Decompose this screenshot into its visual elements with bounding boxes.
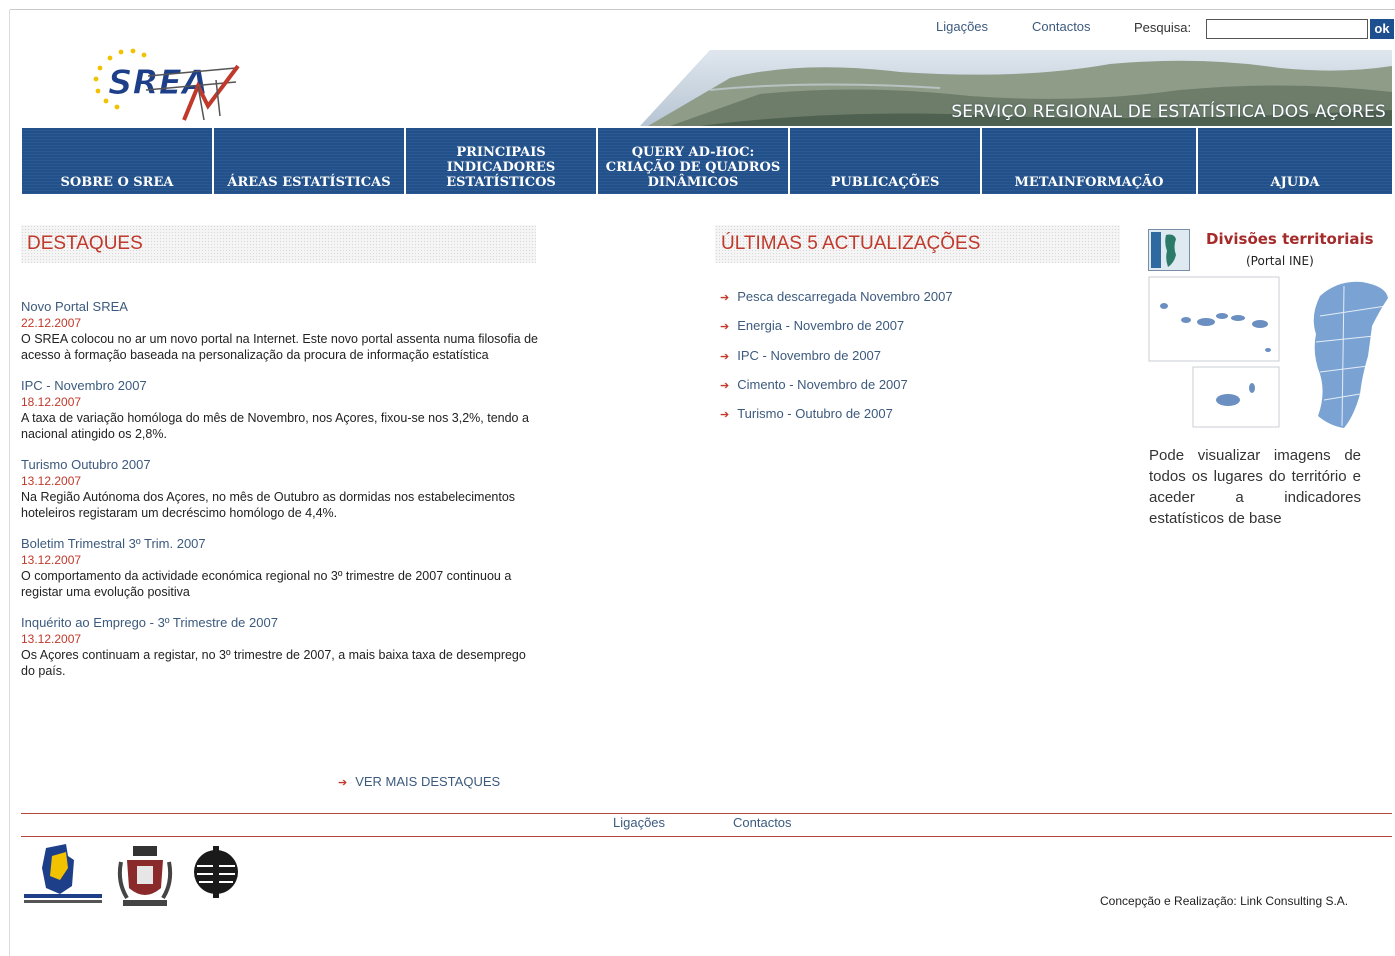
news-text: O comportamento da actividade económica … [21, 569, 512, 599]
news-text: O SREA colocou no ar um novo portal na I… [21, 332, 538, 362]
update-label: Pesca descarregada Novembro 2007 [737, 289, 953, 304]
update-label: IPC - Novembro de 2007 [737, 347, 882, 363]
news-date: 13.12.2007 [21, 553, 82, 567]
search-label: Pesquisa: [1134, 20, 1192, 35]
news-text: Na Região Autónoma dos Açores, no mês de… [21, 490, 516, 520]
coat-of-arms-azores-logo[interactable] [115, 842, 175, 917]
nav-ajuda[interactable]: AJUDA [1198, 128, 1392, 194]
update-label: Energia - Novembro de 2007 [737, 318, 905, 334]
news-item: Novo Portal SREA 22.12.2007 O SREA coloc… [21, 298, 541, 363]
news-item: Boletim Trimestral 3º Trim. 2007 13.12.2… [21, 535, 541, 600]
news-text: A taxa de variação homóloga do mês de No… [21, 411, 529, 441]
news-date: 22.12.2007 [21, 316, 82, 330]
update-item[interactable]: ➔ IPC - Novembro de 2007 [720, 348, 953, 377]
news-title[interactable]: Turismo Outubro 2007 [21, 456, 541, 473]
news-item: IPC - Novembro 2007 18.12.2007 A taxa de… [21, 377, 541, 442]
update-label: Cimento - Novembro de 2007 [737, 376, 908, 392]
update-label: Turismo - Outubro de 2007 [737, 406, 893, 422]
left-border [9, 10, 10, 956]
territory-title[interactable]: Divisões territoriais [1206, 230, 1374, 248]
territory-subtitle: (Portal INE) [1246, 254, 1314, 268]
news-date: 13.12.2007 [21, 632, 82, 646]
updates-heading: ÚLTIMAS 5 ACTUALIZAÇÕES [715, 225, 1120, 263]
updates-list: ➔ Pesca descarregada Novembro 2007 ➔ Energ… [720, 289, 953, 435]
portugal-map-icon[interactable] [1148, 229, 1190, 271]
nav-label: PRINCIPAIS INDICADORES ESTATÍSTICOS [446, 145, 556, 190]
nav-label: SOBRE O SREA [60, 175, 174, 190]
arrow-right-icon: ➔ [720, 292, 730, 304]
nav-metainformacao[interactable]: METAINFORMAÇÃO [982, 128, 1196, 194]
update-item[interactable]: ➔ Energia - Novembro de 2007 [720, 318, 953, 347]
news-item: Turismo Outubro 2007 13.12.2007 Na Regiã… [21, 456, 541, 521]
search-input[interactable] [1206, 19, 1368, 39]
nav-sobre-srea[interactable]: SOBRE O SREA [22, 128, 212, 194]
search-button[interactable]: ok [1370, 19, 1394, 39]
arrow-right-icon: ➔ [338, 777, 348, 789]
footer-rule-bottom [21, 836, 1392, 837]
nav-areas-estatisticas[interactable]: ÁREAS ESTATÍSTICAS [214, 128, 404, 194]
main-nav: SOBRE O SREA ÁREAS ESTATÍSTICAS PRINCIPA… [22, 128, 1392, 194]
news-list: Novo Portal SREA 22.12.2007 O SREA coloc… [21, 298, 541, 693]
interreg-logo[interactable] [22, 842, 104, 913]
coat-of-arms-madeira-logo[interactable] [187, 842, 245, 909]
destaques-heading: DESTAQUES [21, 225, 536, 263]
top-border [10, 9, 1395, 10]
nav-label: AJUDA [1270, 175, 1320, 190]
news-title[interactable]: Inquérito ao Emprego - 3º Trimestre de 2… [21, 614, 541, 631]
news-title[interactable]: IPC - Novembro 2007 [21, 377, 541, 394]
arrow-right-icon: ➔ [720, 321, 730, 334]
more-destaques-link[interactable]: ➔ VER MAIS DESTAQUES [338, 774, 500, 789]
news-text: Os Açores continuam a registar, no 3º tr… [21, 648, 526, 678]
more-destaques-label: VER MAIS DESTAQUES [355, 774, 501, 789]
news-title[interactable]: Novo Portal SREA [21, 298, 541, 315]
update-item[interactable]: ➔ Pesca descarregada Novembro 2007 [720, 289, 953, 318]
link-ligacoes[interactable]: Ligações [936, 19, 988, 34]
arrow-right-icon: ➔ [720, 350, 730, 363]
news-date: 13.12.2007 [21, 474, 82, 488]
nav-principais-indicadores[interactable]: PRINCIPAIS INDICADORES ESTATÍSTICOS [406, 128, 596, 194]
nav-label: METAINFORMAÇÃO [1014, 175, 1164, 190]
srea-logo[interactable]: SREA [86, 46, 242, 126]
update-item[interactable]: ➔ Turismo - Outubro de 2007 [720, 406, 953, 435]
footer-rule-top [21, 813, 1392, 814]
territory-description: Pode visualizar imagens de todos os luga… [1149, 447, 1361, 527]
credits-text: Concepção e Realização: Link Consulting … [1100, 894, 1349, 908]
nav-label: PUBLICAÇÕES [830, 175, 940, 190]
link-contactos[interactable]: Contactos [1032, 19, 1091, 34]
update-item[interactable]: ➔ Cimento - Novembro de 2007 [720, 377, 953, 406]
nav-query-ad-hoc[interactable]: QUERY AD-HOC: CRIAÇÃO DE QUADROS DINÂMIC… [598, 128, 788, 194]
territory-map-image[interactable] [1148, 276, 1394, 430]
footer-link-contactos[interactable]: Contactos [733, 815, 792, 830]
news-date: 18.12.2007 [21, 395, 82, 409]
nav-publicacoes[interactable]: PUBLICAÇÕES [790, 128, 980, 194]
footer-link-ligacoes[interactable]: Ligações [613, 815, 665, 830]
news-item: Inquérito ao Emprego - 3º Trimestre de 2… [21, 614, 541, 679]
nav-label: QUERY AD-HOC: CRIAÇÃO DE QUADROS DINÂMIC… [605, 145, 781, 190]
header-banner: SERVIÇO REGIONAL DE ESTATÍSTICA DOS AÇOR… [640, 50, 1392, 126]
banner-title: SERVIÇO REGIONAL DE ESTATÍSTICA DOS AÇOR… [951, 102, 1386, 122]
arrow-right-icon: ➔ [720, 409, 730, 422]
arrow-right-icon: ➔ [720, 379, 730, 392]
nav-label: ÁREAS ESTATÍSTICAS [227, 175, 391, 190]
news-title[interactable]: Boletim Trimestral 3º Trim. 2007 [21, 535, 541, 552]
